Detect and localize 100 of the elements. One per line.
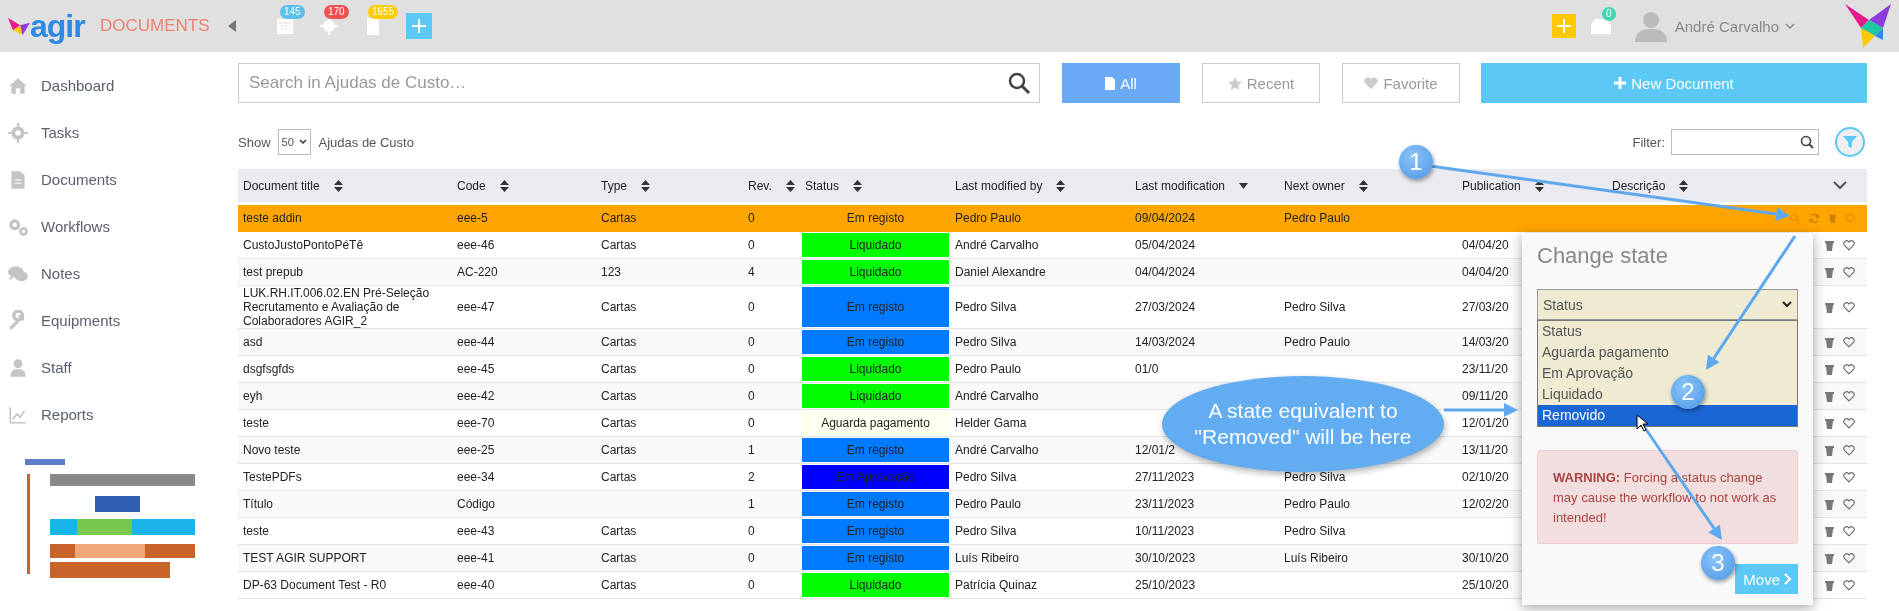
table-cell: 0	[748, 578, 755, 592]
table-cell: 05/04/2024	[1135, 238, 1196, 252]
table-cell: 1	[748, 497, 755, 511]
table-cell: 0	[748, 335, 755, 349]
table-cell: 27/03/2024	[1135, 300, 1196, 314]
table-cell: 10/11/2023	[1135, 524, 1195, 538]
table-cell: Cartas	[601, 551, 637, 565]
table-cell: eee-42	[457, 389, 495, 403]
table-cell: 25/10/2023	[1135, 578, 1196, 592]
table-cell: TEST AGIR SUPPORT	[243, 551, 367, 565]
table-cell: 09/04/2024	[1135, 211, 1196, 225]
status-label: Liquidado	[802, 357, 949, 381]
table-cell: 09/11/20	[1462, 389, 1508, 403]
table-cell: eee-25	[457, 443, 495, 457]
status-label: Liquidado	[802, 384, 949, 408]
table-cell: 04/04/2024	[1135, 265, 1196, 279]
table-cell: Pedro Paulo	[1284, 335, 1351, 349]
status-label: Em registo	[802, 519, 949, 543]
show-suffix: Ajudas de Custo	[318, 134, 414, 150]
table-cell: Novo teste	[243, 443, 301, 457]
table-cell: Cartas	[601, 389, 637, 403]
table-cell: 04/04/20	[1462, 238, 1509, 252]
table-cell: Título	[243, 497, 273, 511]
status-label: Em registo	[802, 546, 949, 570]
table-cell: Cartas	[601, 524, 637, 538]
table-cell: 27/11/2023	[1135, 470, 1195, 484]
table-cell: 30/10/2023	[1135, 551, 1196, 565]
table-cell: André Carvalho	[955, 389, 1039, 403]
table-cell: 30/10/20	[1462, 551, 1509, 565]
table-cell: 0	[748, 389, 755, 403]
table-cell: 13/11/20	[1462, 443, 1508, 457]
table-cell: DP-63 Document Test - R0	[243, 578, 387, 592]
status-label: Em registo	[845, 210, 906, 227]
table-cell: 04/04/20	[1462, 265, 1509, 279]
table-cell: Pedro Silva	[1284, 524, 1346, 538]
table-cell: 1	[748, 443, 755, 457]
table-cell: 12/02/20	[1462, 497, 1509, 511]
table-cell: eyh	[243, 389, 263, 403]
table-cell: Cartas	[601, 362, 637, 376]
notification-badge: 0	[1601, 7, 1616, 21]
table-cell: eee-34	[457, 470, 495, 484]
table-cell: Pedro Silva	[955, 524, 1017, 538]
status-label: Aguarda pagamento	[802, 411, 949, 435]
table-cell: Cartas	[601, 416, 637, 430]
table-cell: Cartas	[601, 470, 637, 484]
count-badge: 170	[324, 5, 349, 19]
table-cell: eee-5	[457, 211, 488, 225]
table-cell: 27/03/20	[1462, 300, 1509, 314]
table-cell: test prepub	[243, 265, 304, 279]
table-cell: Pedro Paulo	[955, 211, 1022, 225]
table-cell: 02/10/20	[1462, 470, 1509, 484]
table-cell: 23/11/20	[1462, 362, 1508, 376]
table-cell: 123	[601, 265, 622, 279]
table-cell: teste addin	[243, 211, 302, 225]
show-label: Show	[238, 134, 271, 150]
table-cell: 25/10/20	[1462, 578, 1509, 592]
table-cell: dsgfsgfds	[243, 362, 295, 376]
table-cell: 2	[748, 470, 755, 484]
table-cell: eee-43	[457, 524, 495, 538]
table-cell: 0	[748, 551, 755, 565]
table-cell: Daniel Alexandre	[955, 265, 1046, 279]
table-cell: teste	[243, 416, 269, 430]
filter-label: Filter:	[1632, 134, 1665, 150]
logo-text: agir	[30, 10, 85, 42]
table-cell: 0	[748, 362, 755, 376]
table-cell: Pedro Silva	[955, 335, 1017, 349]
table-cell: Pedro Silva	[1284, 300, 1346, 314]
status-label: Liquidado	[802, 573, 949, 597]
table-cell-text: LUK.RH.IT.006.02.EN Pré-Seleção Recrutamento e Avaliação de Colaboradores AGIR_2	[243, 286, 431, 328]
table-cell: Pedro Paulo	[955, 497, 1022, 511]
table-cell: Cartas	[601, 443, 637, 457]
table-cell: Cartas	[601, 578, 637, 592]
table-cell: André Carvalho	[955, 443, 1039, 457]
table-cell: Pedro Silva	[955, 300, 1017, 314]
status-label: Em Aprovação	[802, 465, 949, 489]
table-cell: Helder Gama	[955, 416, 1027, 430]
table-cell: Pedro Paulo	[1284, 497, 1351, 511]
status-label: Em registo	[802, 438, 949, 462]
table-cell: 01/0	[1135, 362, 1159, 376]
table-cell: Luís Ribeiro	[955, 551, 1020, 565]
warning-message: WARNING: Forcing a status change may cause the workflow to not work as intended!	[1537, 450, 1798, 544]
table-cell: teste	[243, 524, 269, 538]
status-label: Liquidado	[802, 260, 949, 284]
table-cell: Patrícia Quinaz	[955, 578, 1038, 592]
table-cell: asd	[243, 335, 263, 349]
table-cell: AC-220	[457, 265, 498, 279]
table-cell: eee-47	[457, 300, 495, 314]
table-cell: 4	[748, 265, 755, 279]
table-cell: Pedro Paulo	[955, 362, 1022, 376]
table-cell: eee-40	[457, 578, 495, 592]
step-marker: 1	[1399, 145, 1433, 179]
table-cell: André Carvalho	[955, 238, 1039, 252]
table-cell: Pedro Silva	[955, 470, 1017, 484]
table-cell: 0	[748, 238, 755, 252]
table-cell: 12/01/20	[1462, 416, 1509, 430]
status-label: Em registo	[802, 492, 949, 516]
status-label: Em registo	[802, 287, 949, 327]
table-cell: Luís Ribeiro	[1284, 551, 1349, 565]
table-cell: 0	[748, 416, 755, 430]
table-cell: Cartas	[601, 211, 637, 225]
